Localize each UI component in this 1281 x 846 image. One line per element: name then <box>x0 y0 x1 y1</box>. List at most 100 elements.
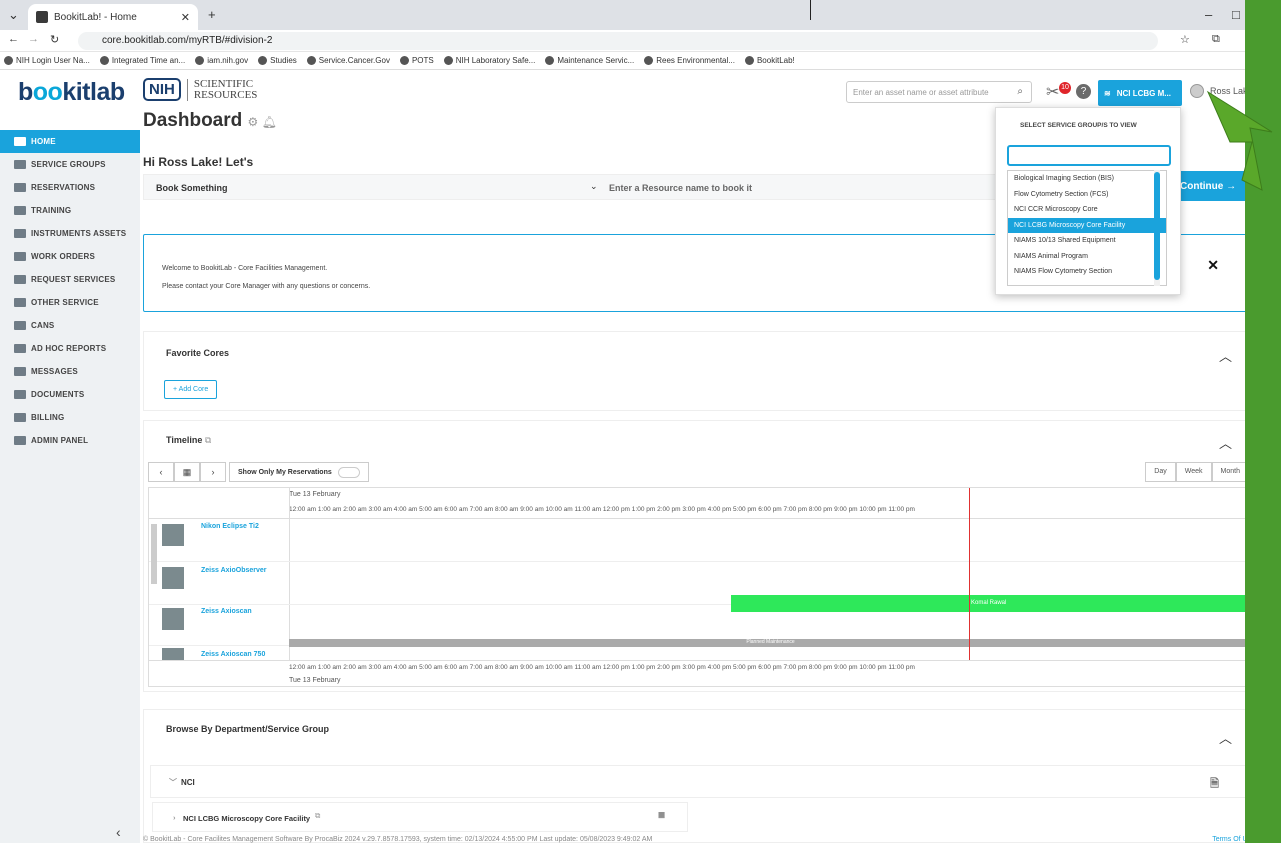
nci-group-row[interactable]: ﹀ NCI 🗎︎ <box>150 765 1250 798</box>
dropdown-header: SELECT SERVICE GROUP/S TO VIEW <box>1020 122 1137 129</box>
tools-icon[interactable]: ✂ <box>1046 82 1059 102</box>
reload-icon[interactable]: ↻ <box>50 33 59 46</box>
resource-thumbnail <box>162 648 184 660</box>
service-group-option[interactable]: NIAMS 10/13 Shared Equipment <box>1008 233 1166 249</box>
toggle-switch[interactable] <box>337 466 360 478</box>
sidebar-item-label: REQUEST SERVICES <box>31 275 116 284</box>
chevron-down-icon[interactable]: ⌄ <box>590 181 598 192</box>
resource-name[interactable]: Zeiss Axioscan <box>201 608 252 615</box>
external-link-icon[interactable]: ⧉ <box>315 811 320 821</box>
show-only-my-reservations-toggle[interactable]: Show Only My Reservations <box>229 462 369 482</box>
reservation-bar[interactable]: Komal Rawal <box>731 595 1252 612</box>
resource-name[interactable]: Zeiss Axioscan 750 <box>201 651 265 658</box>
sidebar-item-admin-panel[interactable]: ADMIN PANEL <box>0 429 140 452</box>
bookmark-item[interactable]: NIH Laboratory Safe... <box>443 56 535 66</box>
book-something-select[interactable]: Book Something <box>156 183 228 193</box>
url-input[interactable]: core.bookitlab.com/myRTB/#division-2 <box>78 32 1158 50</box>
resource-name-input[interactable]: Enter a Resource name to book it <box>609 183 752 193</box>
sidebar-item-reservations[interactable]: RESERVATIONS <box>0 176 140 199</box>
sidebar-item-messages[interactable]: MESSAGES <box>0 360 140 383</box>
sidebar-item-documents[interactable]: DOCUMENTS <box>0 383 140 406</box>
service-group-option[interactable]: Flow Cytometry Section (FCS) <box>1008 187 1166 203</box>
calendar-icon[interactable]: ▦ <box>174 462 200 482</box>
resource-name[interactable]: Nikon Eclipse Ti2 <box>201 523 259 530</box>
bookmark-favicon-icon <box>744 56 754 66</box>
calendar-icon[interactable]: ▦ <box>658 810 665 819</box>
help-icon[interactable]: ? <box>1076 84 1091 99</box>
decorative-line <box>810 0 811 20</box>
sidebar-item-request-services[interactable]: REQUEST SERVICES <box>0 268 140 291</box>
document-icon[interactable]: 🗎︎ <box>1210 775 1219 794</box>
sidebar-item-label: DOCUMENTS <box>31 390 85 399</box>
service-group-option[interactable]: Biological Imaging Section (BIS) <box>1008 171 1166 187</box>
sidebar: HOME SERVICE GROUPS RESERVATIONS TRAINING IN… <box>0 130 140 843</box>
bookmark-favicon-icon <box>443 56 453 66</box>
close-icon[interactable]: ✕ <box>1207 257 1219 274</box>
search-icon[interactable]: ⌕ <box>1017 86 1023 97</box>
bookmark-item[interactable]: Maintenance Servic... <box>545 56 634 66</box>
sidebar-item-work-orders[interactable]: WORK ORDERS <box>0 245 140 268</box>
week-view-button[interactable]: Week <box>1175 462 1212 482</box>
notification-badge[interactable]: 10 <box>1059 82 1071 94</box>
favorite-cores-card: Favorite Cores ︿ + Add Core <box>143 331 1255 411</box>
sidebar-item-icon <box>14 298 26 307</box>
service-group-option[interactable]: NIAMS Flow Cytometry Section <box>1008 264 1166 280</box>
bookmark-favicon-icon <box>545 56 555 66</box>
add-core-button[interactable]: + Add Core <box>164 380 218 399</box>
bookmark-item[interactable]: Studies <box>258 56 297 66</box>
maintenance-bar[interactable]: Planned Maintenance <box>289 639 1252 647</box>
sidebar-item-label: ADMIN PANEL <box>31 436 89 445</box>
bookmark-item[interactable]: NIH Login User Na... <box>4 56 90 66</box>
service-group-option[interactable]: NCI LCBG Microscopy Core Facility <box>1008 217 1166 233</box>
bookmark-item[interactable]: Rees Environmental... <box>644 56 735 66</box>
sidebar-item-instruments-assets[interactable]: INSTRUMENTS ASSETS <box>0 222 140 245</box>
forward-icon[interactable]: → <box>28 33 39 45</box>
chevron-up-icon[interactable]: ︿ <box>1219 433 1232 452</box>
browser-tab[interactable]: BookitLab! - Home ✕ <box>28 4 198 30</box>
day-view-button[interactable]: Day <box>1145 462 1176 482</box>
next-icon[interactable]: › <box>200 462 226 482</box>
sidebar-item-icon <box>14 436 26 445</box>
chevron-up-icon[interactable]: ︿ <box>1219 346 1232 365</box>
sidebar-item-label: TRAINING <box>31 206 72 215</box>
bookmark-item[interactable]: BookitLab! <box>744 56 795 66</box>
new-tab-icon[interactable]: + <box>208 7 216 22</box>
service-group-search-input[interactable] <box>1007 145 1171 166</box>
sidebar-item-icon <box>14 413 26 422</box>
sidebar-collapse-icon[interactable]: ‹ <box>116 824 121 840</box>
sidebar-item-icon <box>14 275 26 284</box>
minimize-icon[interactable]: – <box>1205 7 1212 22</box>
asset-search-input[interactable]: Enter an asset name or asset attribute ⌕ <box>846 81 1032 103</box>
bookitlab-logo[interactable]: bookitlab <box>18 78 125 107</box>
settings-gear-icon[interactable]: ⚙ 🔔︎ <box>248 115 277 129</box>
back-icon[interactable]: ← <box>8 33 19 45</box>
sidebar-item-cans[interactable]: CANS <box>0 314 140 337</box>
service-group-option[interactable]: NIAMS Animal Program <box>1008 249 1166 265</box>
bookmark-item[interactable]: iam.nih.gov <box>195 56 248 66</box>
bookmark-item[interactable]: POTS <box>399 56 434 66</box>
tab-close-icon[interactable]: ✕ <box>181 11 190 24</box>
resource-thumbnail <box>162 524 184 546</box>
prev-icon[interactable]: ‹ <box>148 462 174 482</box>
bookmark-item[interactable]: Integrated Time an... <box>99 56 185 66</box>
external-link-icon[interactable]: ⧉ <box>205 435 211 445</box>
timeline-scrollbar[interactable] <box>151 524 157 584</box>
sidebar-item-service-groups[interactable]: SERVICE GROUPS <box>0 153 140 176</box>
chevron-up-icon[interactable]: ︿ <box>1219 728 1232 747</box>
service-group-option[interactable]: NCI CCR Microscopy Core <box>1008 202 1166 218</box>
core-facility-row[interactable]: › NCI LCBG Microscopy Core Facility ⧉ ▦ <box>152 802 688 832</box>
sidebar-item-other-service[interactable]: OTHER SERVICE <box>0 291 140 314</box>
dropdown-scrollbar-thumb[interactable] <box>1154 172 1160 280</box>
sidebar-item-ad-hoc-reports[interactable]: AD HOC REPORTS <box>0 337 140 360</box>
tab-list-icon[interactable]: ⌄ <box>8 7 19 23</box>
sidebar-item-training[interactable]: TRAINING <box>0 199 140 222</box>
resource-name[interactable]: Zeiss AxioObserver <box>201 567 267 574</box>
extensions-icon[interactable]: ⧉ <box>1212 33 1220 46</box>
maximize-icon[interactable]: □ <box>1232 7 1240 22</box>
sidebar-item-billing[interactable]: BILLING <box>0 406 140 429</box>
bookmark-item[interactable]: Service.Cancer.Gov <box>306 56 390 66</box>
bookmark-star-icon[interactable]: ☆ <box>1180 33 1190 46</box>
service-group-button[interactable]: ≋ NCI LCBG M... <box>1098 80 1182 106</box>
month-view-button[interactable]: Month <box>1211 462 1249 482</box>
sidebar-item-home[interactable]: HOME <box>0 130 140 153</box>
